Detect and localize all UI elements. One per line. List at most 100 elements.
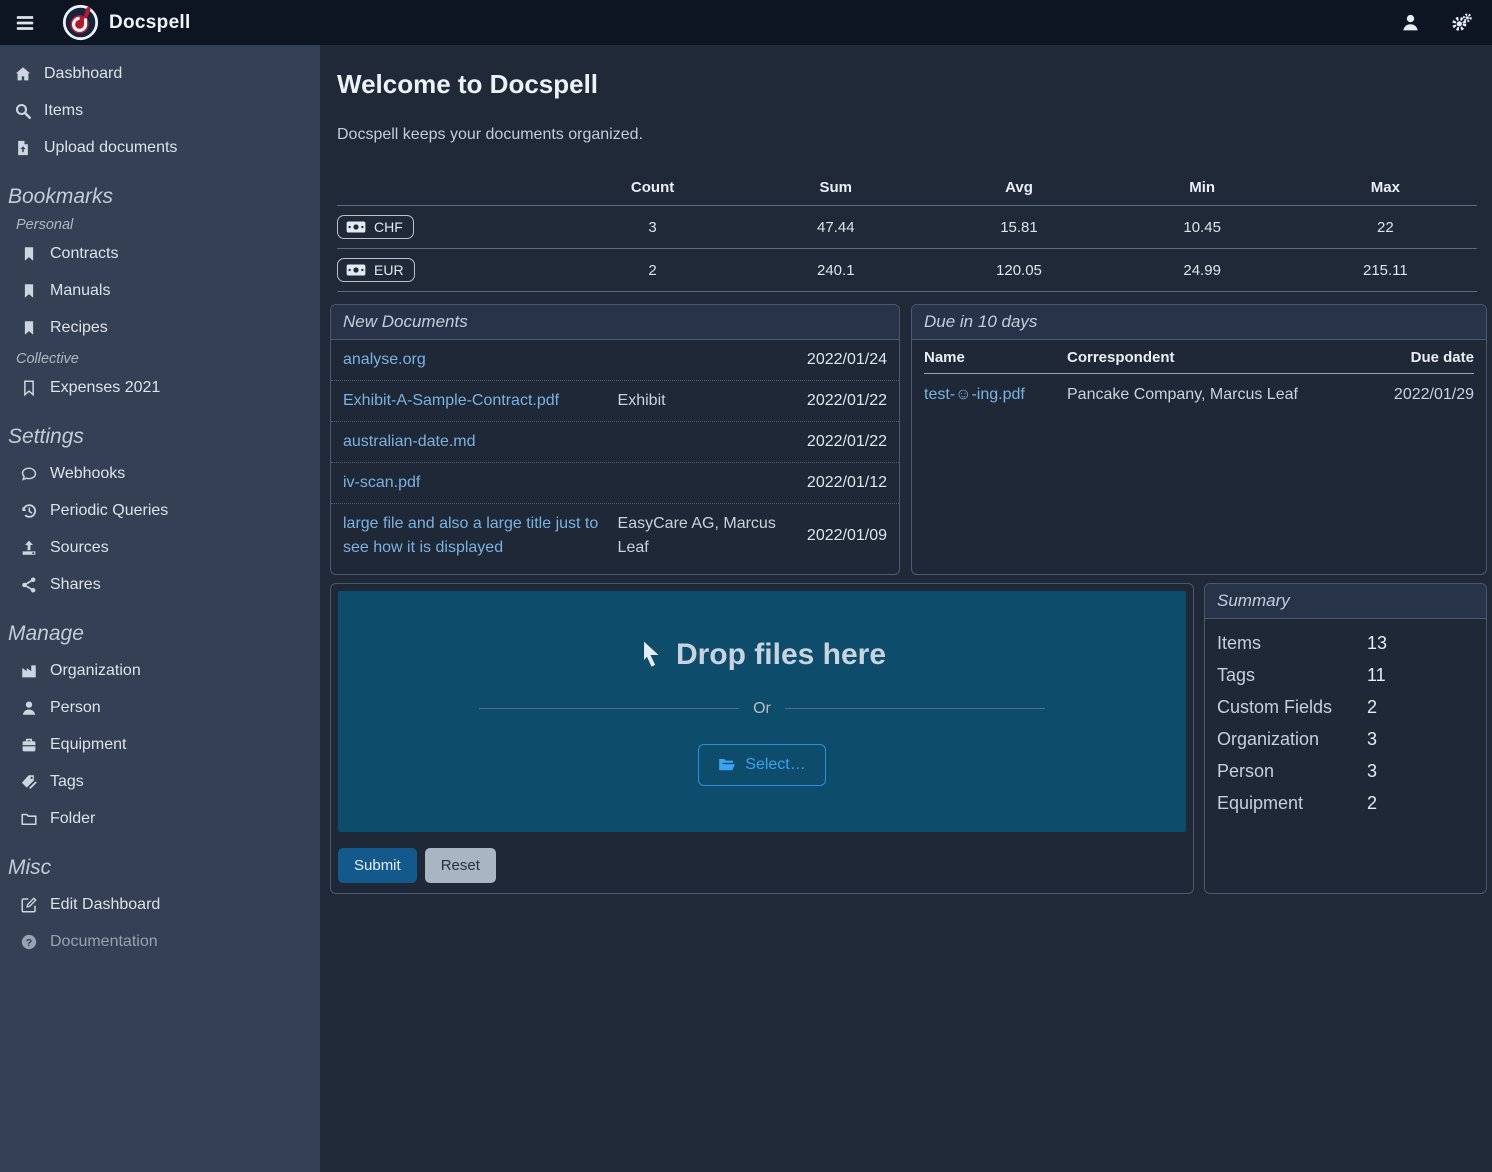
summary-row: Person 3 <box>1205 755 1486 787</box>
summary-row: Items 13 <box>1205 627 1486 659</box>
sidebar-item-tags[interactable]: Tags <box>0 765 320 799</box>
sidebar-item-webhooks[interactable]: Webhooks <box>0 457 320 491</box>
settings-gears-icon[interactable] <box>1451 12 1472 33</box>
reset-button[interactable]: Reset <box>425 848 496 883</box>
upload-icon <box>20 539 38 557</box>
sidebar-item-label: Person <box>50 699 101 717</box>
divider-line <box>479 708 739 709</box>
sidebar-item-dashboard[interactable]: Dasbhoard <box>0 57 320 91</box>
topbar: Docspell <box>0 0 1492 45</box>
menu-icon[interactable] <box>14 12 36 34</box>
sidebar-item-person[interactable]: Person <box>0 691 320 725</box>
sidebar-item-label: Periodic Queries <box>50 502 168 520</box>
stats-header-max: Max <box>1294 170 1477 206</box>
sidebar-item-recipes[interactable]: Recipes <box>0 311 320 345</box>
main-content: Welcome to Docspell Docspell keeps your … <box>320 45 1492 1172</box>
summary-label: Organization <box>1217 728 1367 750</box>
sidebar-item-label: Shares <box>50 576 101 594</box>
sidebar-item-organization[interactable]: Organization <box>0 654 320 688</box>
sidebar-item-periodic-queries[interactable]: Periodic Queries <box>0 494 320 528</box>
sidebar-item-shares[interactable]: Shares <box>0 568 320 602</box>
summary-label: Items <box>1217 632 1367 654</box>
summary-row: Custom Fields 2 <box>1205 691 1486 723</box>
stats-header-row: Count Sum Avg Min Max <box>337 170 1477 206</box>
user-menu-icon[interactable] <box>1400 12 1421 33</box>
document-link[interactable]: Exhibit-A-Sample-Contract.pdf <box>343 389 610 413</box>
stats-header-min: Min <box>1111 170 1294 206</box>
sidebar-item-items[interactable]: Items <box>0 94 320 128</box>
document-date: 2022/01/09 <box>792 527 887 545</box>
submit-button[interactable]: Submit <box>338 848 417 883</box>
brand[interactable]: Docspell <box>62 4 191 41</box>
bookmark-icon <box>20 319 38 337</box>
summary-row: Organization 3 <box>1205 723 1486 755</box>
summary-list: Items 13 Tags 11 Custom Fields 2 Organiz… <box>1205 619 1486 827</box>
stat-count: 2 <box>561 249 744 292</box>
document-row: Exhibit-A-Sample-Contract.pdf Exhibit 20… <box>331 381 899 422</box>
search-icon <box>14 102 32 120</box>
summary-row: Tags 11 <box>1205 659 1486 691</box>
document-link[interactable]: iv-scan.pdf <box>343 471 610 495</box>
document-date: 2022/01/12 <box>792 474 887 492</box>
select-files-button[interactable]: Select… <box>698 744 825 786</box>
sidebar-item-edit-dashboard[interactable]: Edit Dashboard <box>0 888 320 922</box>
industry-icon <box>20 662 38 680</box>
document-date: 2022/01/24 <box>792 351 887 369</box>
currency-label: EUR <box>374 262 404 278</box>
summary-label: Custom Fields <box>1217 696 1367 718</box>
sidebar-item-manuals[interactable]: Manuals <box>0 274 320 308</box>
document-link[interactable]: australian-date.md <box>343 430 610 454</box>
panel-title: Summary <box>1205 584 1486 619</box>
sidebar-section-bookmarks: Bookmarks <box>8 185 312 209</box>
sidebar-item-sources[interactable]: Sources <box>0 531 320 565</box>
share-icon <box>20 576 38 594</box>
docspell-logo-icon <box>62 4 99 41</box>
stats-header-empty <box>337 170 561 206</box>
select-files-label: Select… <box>745 756 805 774</box>
sidebar-item-label: Documentation <box>50 933 158 951</box>
upload-actions: Submit Reset <box>331 839 1193 892</box>
topbar-actions <box>1400 12 1472 33</box>
summary-value: 3 <box>1367 760 1377 782</box>
bookmark-icon <box>20 245 38 263</box>
sidebar-section-manage: Manage <box>8 622 312 646</box>
stats-header-avg: Avg <box>927 170 1110 206</box>
sidebar-item-equipment[interactable]: Equipment <box>0 728 320 762</box>
sidebar-item-label: Folder <box>50 810 95 828</box>
sidebar-item-upload-documents[interactable]: Upload documents <box>0 131 320 165</box>
page-title: Welcome to Docspell <box>337 69 1487 100</box>
due-correspondent: Pancake Company, Marcus Leaf <box>1067 374 1359 417</box>
currency-label: CHF <box>374 219 403 235</box>
comment-icon <box>20 465 38 483</box>
sidebar-item-label: Dasbhoard <box>44 65 122 83</box>
sidebar: Dasbhoard Items Upload documents Bookmar… <box>0 45 320 1172</box>
brand-name: Docspell <box>109 12 191 34</box>
sidebar-item-label: Edit Dashboard <box>50 896 160 914</box>
new-documents-panel: New Documents analyse.org 2022/01/24 Exh… <box>330 304 900 575</box>
stat-max: 22 <box>1294 206 1477 249</box>
upload-panel: Drop files here Or Select… <box>330 583 1194 894</box>
document-link[interactable]: analyse.org <box>343 348 610 372</box>
due-date: 2022/01/29 <box>1359 374 1475 417</box>
document-correspondent: Exhibit <box>618 389 784 413</box>
document-link[interactable]: test-☺-ing.pdf <box>924 386 1025 403</box>
sidebar-item-folder[interactable]: Folder <box>0 802 320 836</box>
due-panel: Due in 10 days Name Correspondent Due da… <box>911 304 1487 575</box>
sidebar-item-documentation[interactable]: ? Documentation <box>0 925 320 959</box>
sidebar-item-label: Sources <box>50 539 109 557</box>
bookmarks-personal-label: Personal <box>16 217 304 233</box>
document-link[interactable]: large file and also a large title just t… <box>343 512 610 560</box>
file-dropzone[interactable]: Drop files here Or Select… <box>338 591 1186 832</box>
sidebar-item-label: Recipes <box>50 319 108 337</box>
sidebar-section-settings: Settings <box>8 425 312 449</box>
sidebar-item-label: Items <box>44 102 83 120</box>
sidebar-item-label: Equipment <box>50 736 127 754</box>
stat-max: 215.11 <box>1294 249 1477 292</box>
sidebar-item-contracts[interactable]: Contracts <box>0 237 320 271</box>
stat-sum: 240.1 <box>744 249 927 292</box>
sidebar-item-expenses-2021[interactable]: Expenses 2021 <box>0 371 320 405</box>
currency-badge: CHF <box>337 215 414 239</box>
summary-value: 2 <box>1367 792 1377 814</box>
folder-open-icon <box>718 757 736 773</box>
summary-panel: Summary Items 13 Tags 11 Custom Fields 2 <box>1204 583 1487 894</box>
